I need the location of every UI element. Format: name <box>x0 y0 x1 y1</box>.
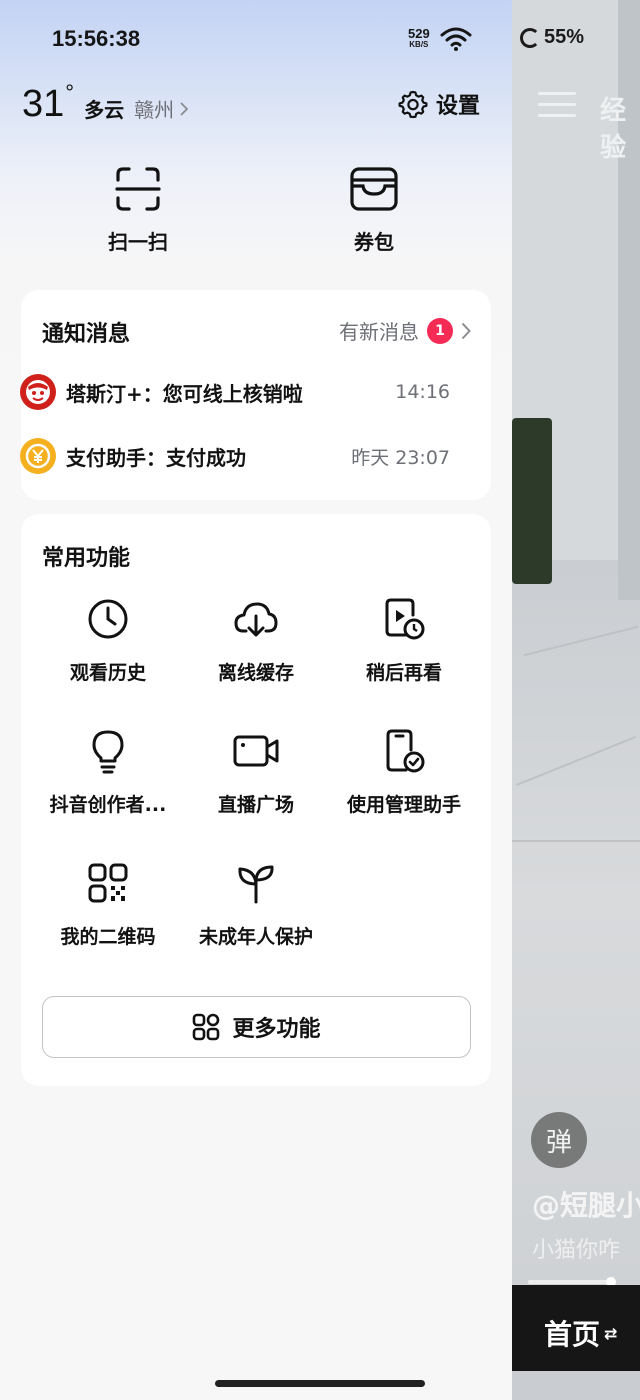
switch-icon: ⇄ <box>604 1323 618 1343</box>
video-frame <box>512 0 640 1285</box>
sprout-icon <box>238 865 274 904</box>
coupon-wallet-button[interactable]: 券包 <box>314 166 434 255</box>
video-author[interactable]: @短腿小 <box>532 1184 640 1224</box>
payment-yuan-icon <box>20 438 56 474</box>
net-speed-unit: KB/S <box>409 40 429 49</box>
message-time: 14:16 <box>395 381 450 403</box>
message-time: 昨天 23:07 <box>351 446 450 469</box>
more-features-label: 更多功能 <box>232 1017 321 1042</box>
video-camera-icon <box>233 735 279 767</box>
wallet-icon <box>350 167 398 211</box>
status-icons: 529 KB/S <box>408 26 472 52</box>
grid-icon <box>193 1013 220 1041</box>
video-progress-bar[interactable] <box>528 1277 616 1287</box>
feature-offline-cache[interactable]: 离线缓存 <box>181 594 331 694</box>
unread-badge: 1 <box>427 317 453 344</box>
side-drawer: 15:56:38 529 KB/S 31 ° 多云 赣州 设置 扫一扫 券包 通… <box>0 0 512 1400</box>
chevron-right-icon <box>180 101 189 116</box>
message-item-payment[interactable]: 支付助手：支付成功 昨天 23:07 <box>20 436 450 476</box>
watch-later-icon <box>385 598 425 640</box>
message-text: 支付助手：支付成功 <box>66 445 246 470</box>
phone-check-icon <box>386 729 425 773</box>
feature-label: 使用管理助手 <box>346 794 461 816</box>
floor-line <box>523 625 639 657</box>
new-messages-label: 有新消息 <box>339 320 419 344</box>
feature-label: 未成年人保护 <box>198 926 313 948</box>
feature-label: 观看历史 <box>69 662 146 684</box>
feature-watch-later[interactable]: 稍后再看 <box>329 594 479 694</box>
video-box-object <box>512 418 552 584</box>
feature-creator-center[interactable]: 抖音创作者... <box>33 726 183 826</box>
feature-watch-history[interactable]: 观看历史 <box>33 594 183 694</box>
common-features-card: 常用功能 观看历史 离线缓存 稍后再看 抖音创作者... 直播广场 使用管理助手 <box>21 514 491 1086</box>
feature-label: 稍后再看 <box>365 662 442 684</box>
bottom-nav-bar: 首页 ⇄ <box>512 1285 640 1371</box>
danmu-button[interactable]: 弹 <box>531 1112 587 1168</box>
tastien-avatar-icon <box>20 374 56 410</box>
scan-icon <box>115 167 161 211</box>
tab-home[interactable]: 首页 ⇄ <box>544 1313 617 1353</box>
floor-line <box>516 736 636 786</box>
home-indicator[interactable] <box>215 1380 425 1387</box>
degree-symbol: ° <box>65 80 75 105</box>
temperature: 31 <box>22 83 65 125</box>
city-name: 赣州 <box>134 98 175 122</box>
background-video-page[interactable]: 55% 经验 弹 @短腿小 小猫你咋 首页 ⇄ <box>512 0 640 1400</box>
wifi-icon <box>440 27 472 51</box>
network-speed: 529 KB/S <box>408 26 430 50</box>
message-item-tastien[interactable]: 塔斯汀+：您可线上核销啦 14:16 <box>20 372 450 412</box>
feature-label: 我的二维码 <box>60 926 156 948</box>
floor-line <box>512 840 640 842</box>
scan-button[interactable]: 扫一扫 <box>78 166 198 255</box>
notifications-title: 通知消息 <box>42 322 131 347</box>
battery-icon <box>520 27 540 48</box>
feature-label: 抖音创作者... <box>49 794 167 816</box>
new-messages-link[interactable]: 有新消息 1 <box>339 316 471 345</box>
lightbulb-icon <box>92 730 124 774</box>
battery-status: 55% <box>520 26 584 49</box>
chevron-right-icon <box>461 322 471 339</box>
settings-label: 设置 <box>436 94 481 119</box>
video-description: 小猫你咋 <box>532 1238 621 1263</box>
feature-my-qr-code[interactable]: 我的二维码 <box>33 858 183 958</box>
message-text: 塔斯汀+：您可线上核销啦 <box>66 381 303 406</box>
qr-code-icon <box>88 863 128 903</box>
net-speed-value: 529 <box>408 26 430 41</box>
feature-label: 离线缓存 <box>217 662 294 684</box>
weather-widget[interactable]: 31 ° 多云 赣州 <box>22 80 189 125</box>
more-features-button[interactable]: 更多功能 <box>42 996 471 1058</box>
cloud-download-icon <box>234 602 278 637</box>
weather-condition: 多云 <box>84 98 125 122</box>
home-tab-label: 首页 <box>544 1318 601 1351</box>
menu-icon[interactable] <box>538 92 576 125</box>
settings-button[interactable]: 设置 <box>398 88 480 120</box>
feature-live-plaza[interactable]: 直播广场 <box>181 726 331 826</box>
coupon-label: 券包 <box>354 230 394 254</box>
scan-label: 扫一扫 <box>108 230 168 254</box>
video-top-tab[interactable]: 经验 <box>600 90 640 164</box>
features-title: 常用功能 <box>42 546 131 571</box>
gear-icon <box>398 90 428 119</box>
feature-usage-manager[interactable]: 使用管理助手 <box>329 726 479 826</box>
battery-percent: 55% <box>544 26 585 48</box>
clock-icon <box>88 599 128 639</box>
city-selector[interactable]: 赣州 <box>134 94 189 123</box>
feature-label: 直播广场 <box>217 794 294 816</box>
status-time: 15:56:38 <box>52 26 141 51</box>
feature-minor-protection[interactable]: 未成年人保护 <box>181 858 331 958</box>
